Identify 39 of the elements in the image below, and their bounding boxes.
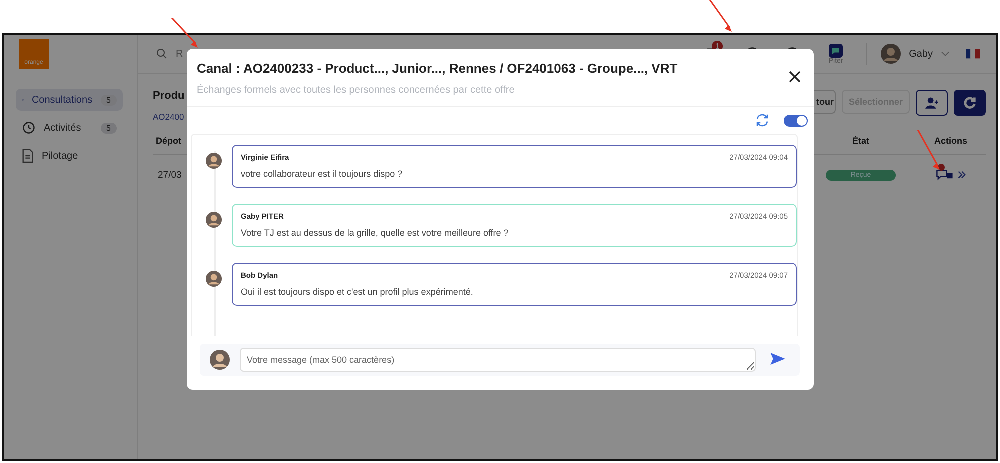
refresh-icon	[963, 96, 977, 110]
table-cell: 27/03	[158, 170, 182, 180]
sidebar-label: Consultations	[32, 94, 93, 106]
toggle-switch[interactable]	[784, 114, 808, 126]
sidebar-label: Activités	[44, 122, 82, 134]
sidebar-label: Pilotage	[42, 150, 80, 162]
count-badge: 5	[100, 94, 117, 106]
column-header: État	[851, 136, 870, 146]
dialog-title: Canal : AO2400233 - Product..., Junior..., Rennes / OF2401063 - Groupe..., VRT	[197, 61, 679, 76]
add-user-button[interactable]	[916, 90, 948, 116]
clock-icon	[22, 121, 36, 135]
flag-icon[interactable]	[966, 49, 980, 59]
message-text: votre collaborateur est il toujours dispo ?	[241, 169, 404, 179]
message-input[interactable]: Votre message (max 500 caractères)	[240, 348, 756, 372]
close-button[interactable]	[788, 71, 802, 85]
sidebar-item[interactable]: Activités 5	[16, 117, 123, 139]
dialog-subtitle: Échanges formels avec toutes les personnes concernées par cette offre	[197, 85, 516, 96]
refresh-icon[interactable]	[755, 113, 770, 128]
avatar	[210, 350, 230, 370]
message-text: Votre TJ est au dessus de la grille, quelle est votre meilleure offre ?	[241, 228, 510, 238]
user-name[interactable]: Gaby	[909, 48, 933, 60]
chat-icon[interactable]	[936, 169, 954, 181]
avatar	[206, 153, 222, 169]
chat-app-icon[interactable]	[829, 44, 844, 58]
column-header: Dépot	[156, 136, 182, 146]
document-icon	[22, 149, 34, 163]
column-header: Actions	[933, 136, 968, 146]
count-badge: 5	[100, 122, 117, 134]
refresh-button[interactable]	[954, 90, 986, 116]
search-icon	[156, 48, 168, 60]
sidebar-item[interactable]: Consultations 5	[16, 89, 123, 111]
sidebar-item[interactable]: Pilotage	[16, 145, 123, 167]
message-text: Oui il est toujours dispo et c'est un profil plus expérimenté.	[241, 287, 474, 297]
avatar	[206, 212, 222, 228]
double-chevron-icon[interactable]	[958, 171, 966, 179]
user-plus-icon	[925, 97, 939, 109]
avatar	[206, 271, 222, 287]
avatar	[881, 44, 902, 64]
page-title: Produ	[153, 90, 185, 102]
